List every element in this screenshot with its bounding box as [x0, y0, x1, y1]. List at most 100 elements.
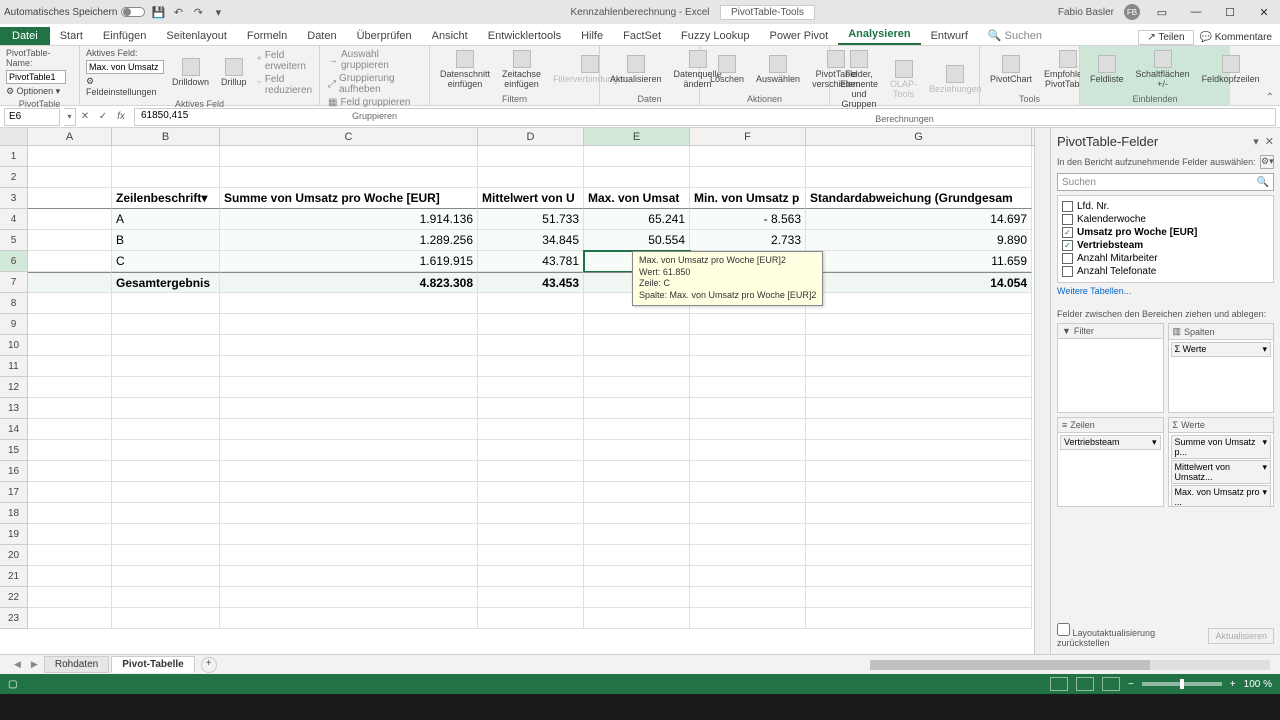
field-list[interactable]: Lfd. Nr. Kalenderwoche Umsatz pro Woche … — [1057, 195, 1274, 283]
pivot-max-header[interactable]: Max. von Umsat — [584, 188, 690, 209]
group-field-button[interactable]: ▦ Feld gruppieren — [326, 96, 423, 109]
timeline-button[interactable]: Zeitachse einfügen — [498, 48, 545, 92]
field-item[interactable]: Anzahl Mitarbeiter — [1062, 252, 1269, 265]
tab-powerpivot[interactable]: Power Pivot — [760, 27, 839, 45]
redo-icon[interactable]: ↷ — [191, 5, 205, 19]
defer-layout-checkbox[interactable]: Layoutaktualisierung zurückstellen — [1057, 623, 1208, 648]
normal-view-icon[interactable] — [1050, 677, 1068, 691]
active-field-input[interactable] — [86, 60, 164, 74]
pivot-cell[interactable]: 1.619.915 — [220, 251, 478, 272]
row-header[interactable]: 7 — [0, 272, 28, 293]
pivot-total-cell[interactable]: 14.054 — [806, 272, 1032, 293]
tab-formulas[interactable]: Formeln — [237, 27, 297, 45]
relations-button[interactable]: Beziehungen — [925, 48, 986, 112]
row-header[interactable]: 14 — [0, 419, 28, 440]
pivot-cell[interactable]: 9.890 — [806, 230, 1032, 251]
field-item[interactable]: Anzahl Telefonate — [1062, 265, 1269, 278]
select-button[interactable]: Auswählen — [752, 48, 804, 92]
maximize-icon[interactable]: ☐ — [1218, 2, 1242, 22]
name-box[interactable]: E6 — [4, 108, 60, 126]
field-item[interactable]: Lfd. Nr. — [1062, 200, 1269, 213]
zoom-level[interactable]: 100 % — [1244, 679, 1272, 690]
page-layout-view-icon[interactable] — [1076, 677, 1094, 691]
formula-input[interactable]: 61850,415 — [134, 108, 1276, 126]
worksheet-grid[interactable]: A B C D E F G 1 2 3 Zeilenbeschrift ▾ Su… — [0, 128, 1034, 654]
row-header[interactable]: 19 — [0, 524, 28, 545]
minimize-icon[interactable]: — — [1184, 2, 1208, 22]
row-header[interactable]: 23 — [0, 608, 28, 629]
area-item[interactable]: Vertriebsteam▾ — [1060, 435, 1161, 450]
pivot-std-header[interactable]: Standardabweichung (Grundgesam — [806, 188, 1032, 209]
row-header[interactable]: 18 — [0, 503, 28, 524]
pivot-total-cell[interactable]: 4.823.308 — [220, 272, 478, 293]
row-header[interactable]: 15 — [0, 440, 28, 461]
pivot-cell[interactable]: B — [112, 230, 220, 251]
pivot-cell[interactable]: 1.289.256 — [220, 230, 478, 251]
pivot-cell[interactable]: 11.659 — [806, 251, 1032, 272]
row-header[interactable]: 13 — [0, 398, 28, 419]
area-item[interactable]: Mittelwert von Umsatz...▾ — [1171, 460, 1272, 484]
row-header[interactable]: 4 — [0, 209, 28, 230]
row-header[interactable]: 2 — [0, 167, 28, 188]
filter-area[interactable]: ▼Filter — [1057, 323, 1164, 413]
columns-area[interactable]: ▥Spalten Σ Werte▾ — [1168, 323, 1275, 413]
toggle-icon[interactable] — [121, 7, 145, 17]
fields-items-button[interactable]: Felder, Elemente und Gruppen — [836, 48, 882, 112]
area-item[interactable]: Max. von Umsatz pro ...▾ — [1171, 485, 1272, 506]
ribbon-mode-icon[interactable]: ▭ — [1150, 2, 1174, 22]
tab-developer[interactable]: Entwicklertools — [478, 27, 571, 45]
save-icon[interactable]: 💾 — [151, 5, 165, 19]
field-item[interactable]: Kalenderwoche — [1062, 213, 1269, 226]
fieldlist-button[interactable]: Feldliste — [1086, 48, 1128, 92]
drillup-button[interactable]: Drillup — [217, 48, 251, 97]
col-header-e[interactable]: E — [584, 128, 690, 145]
record-macro-icon[interactable]: ▢ — [8, 679, 17, 690]
pivotchart-button[interactable]: PivotChart — [986, 48, 1036, 92]
sheet-tab-rohdaten[interactable]: Rohdaten — [44, 656, 109, 673]
pivot-cell[interactable]: 51.733 — [478, 209, 584, 230]
fx-icon[interactable]: fx — [112, 111, 130, 122]
pivot-cell[interactable]: 65.241 — [584, 209, 690, 230]
row-header[interactable]: 8 — [0, 293, 28, 314]
tab-design[interactable]: Entwurf — [921, 27, 978, 45]
row-header[interactable]: 10 — [0, 335, 28, 356]
pivot-cell[interactable]: C — [112, 251, 220, 272]
slicer-button[interactable]: Datenschnitt einfügen — [436, 48, 494, 92]
more-tables-link[interactable]: Weitere Tabellen... — [1057, 283, 1274, 299]
pivot-cell[interactable]: 1.914.136 — [220, 209, 478, 230]
vertical-scrollbar[interactable] — [1034, 128, 1050, 654]
refresh-button[interactable]: Aktualisieren — [606, 48, 666, 92]
comments-button[interactable]: 💬 Kommentare — [1200, 32, 1272, 43]
pivot-row-label-header[interactable]: Zeilenbeschrift ▾ — [112, 188, 220, 209]
pivot-cell[interactable]: 43.781 — [478, 251, 584, 272]
pivot-sum-header[interactable]: Summe von Umsatz pro Woche [EUR] — [220, 188, 478, 209]
col-header-f[interactable]: F — [690, 128, 806, 145]
page-break-view-icon[interactable] — [1102, 677, 1120, 691]
gear-icon[interactable]: ⚙▾ — [1260, 155, 1274, 169]
col-header-c[interactable]: C — [220, 128, 478, 145]
col-header-b[interactable]: B — [112, 128, 220, 145]
row-header[interactable]: 12 — [0, 377, 28, 398]
pivot-total-cell[interactable]: 43.453 — [478, 272, 584, 293]
buttons-button[interactable]: Schaltflächen +/- — [1132, 48, 1194, 92]
close-icon[interactable]: ✕ — [1252, 2, 1276, 22]
add-sheet-button[interactable]: + — [201, 657, 217, 673]
sheet-nav-next-icon[interactable]: ▶ — [27, 659, 42, 670]
values-area[interactable]: ΣWerte Summe von Umsatz p...▾ Mittelwert… — [1168, 417, 1275, 507]
reduce-field-button[interactable]: ⁻ Feld reduzieren — [255, 73, 315, 97]
field-pane-close-icon[interactable]: ✕ — [1265, 135, 1274, 148]
headers-button[interactable]: Feldkopfzeilen — [1198, 48, 1264, 92]
row-header[interactable]: 20 — [0, 545, 28, 566]
tab-review[interactable]: Überprüfen — [347, 27, 422, 45]
pivot-name-input[interactable] — [6, 70, 66, 84]
pivot-cell[interactable]: 2.733 — [690, 230, 806, 251]
tab-insert[interactable]: Einfügen — [93, 27, 156, 45]
tab-home[interactable]: Start — [50, 27, 93, 45]
update-button[interactable]: Aktualisieren — [1208, 628, 1274, 644]
cancel-formula-icon[interactable]: ✕ — [76, 111, 94, 122]
col-header-a[interactable]: A — [28, 128, 112, 145]
rows-area[interactable]: ≡Zeilen Vertriebsteam▾ — [1057, 417, 1164, 507]
tab-layout[interactable]: Seitenlayout — [156, 27, 237, 45]
field-item[interactable]: Vertriebsteam — [1062, 239, 1269, 252]
qat-dropdown-icon[interactable]: ▾ — [211, 5, 225, 19]
